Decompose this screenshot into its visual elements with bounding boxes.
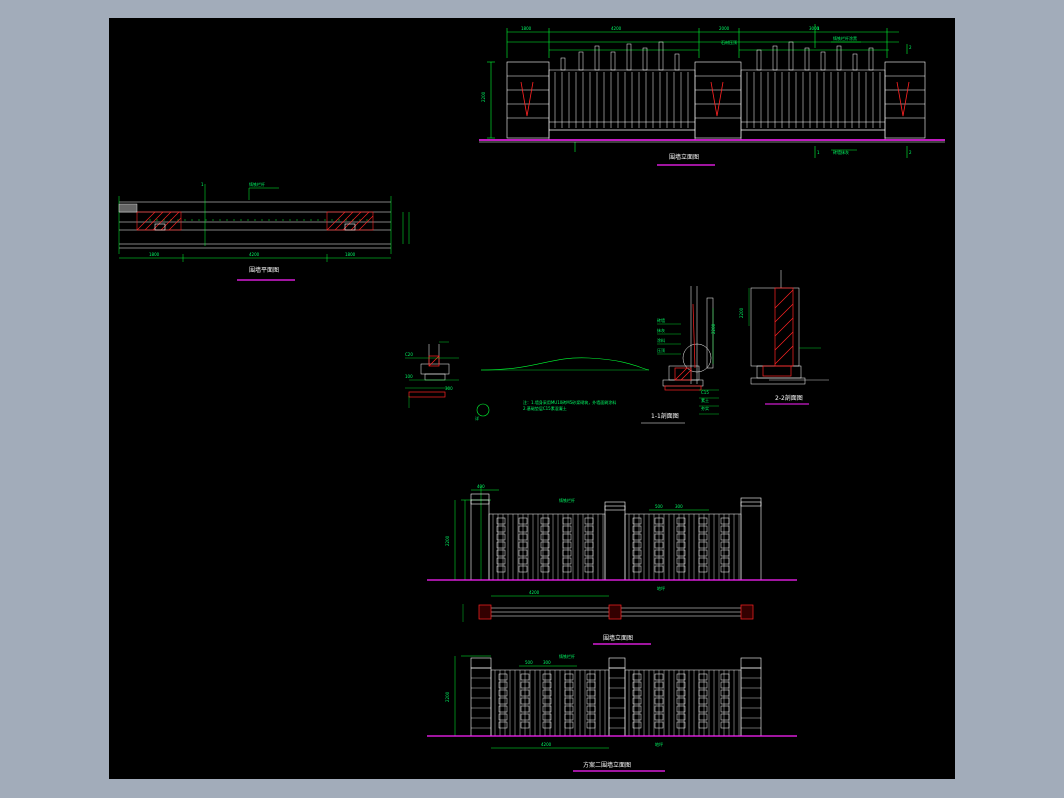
svg-text:2000: 2000 xyxy=(719,26,730,31)
svg-text:涂料: 涂料 xyxy=(657,337,665,343)
svg-text:1: 1 xyxy=(817,26,820,31)
svg-text:2: 2 xyxy=(909,45,912,50)
svg-text:400: 400 xyxy=(477,484,485,489)
top-elevation-pillars xyxy=(506,61,926,139)
svg-text:砖墙抹灰: 砖墙抹灰 xyxy=(833,149,849,155)
svg-text:1800: 1800 xyxy=(521,26,532,31)
svg-text:2.基础垫层C15素混凝土: 2.基础垫层C15素混凝土 xyxy=(523,405,567,411)
middle-elevation-title: 围墙立面图 xyxy=(603,634,633,642)
svg-text:4200: 4200 xyxy=(541,742,552,747)
svg-text:注：1.墙身采用MU10砖M5砂浆砌筑，外墙面刷涂料: 注：1.墙身采用MU10砖M5砂浆砌筑，外墙面刷涂料 xyxy=(523,399,616,405)
drawing-canvas[interactable]: 1800 4200 2000 3000 2200 2 2 1 1 铸铁栏杆涂黑 … xyxy=(109,18,955,779)
svg-text:300: 300 xyxy=(543,660,551,665)
svg-text:夯实: 夯实 xyxy=(701,405,709,411)
svg-text:4200: 4200 xyxy=(611,26,622,31)
svg-text:1: 1 xyxy=(201,182,204,187)
cad-drawing: 1800 4200 2000 3000 2200 2 2 1 1 铸铁栏杆涂黑 … xyxy=(118,24,945,772)
svg-text:500: 500 xyxy=(655,504,663,509)
svg-text:300: 300 xyxy=(445,386,453,391)
bottom-elevation: 2200 4200 500 300 铸铁栏杆 地坪 方案二围墙立面图 xyxy=(427,653,797,772)
svg-text:2200: 2200 xyxy=(711,323,716,334)
bottom-elevation-panels xyxy=(471,669,761,737)
svg-text:2200: 2200 xyxy=(739,307,744,318)
section-details: C20 100 300 详 注：1.墙身采用MU10砖M5砂浆砌筑，外墙面刷涂料… xyxy=(405,270,829,424)
svg-text:石材压顶: 石材压顶 xyxy=(721,39,737,45)
top-elevation-spikes xyxy=(560,41,874,71)
svg-text:铸铁栏杆: 铸铁栏杆 xyxy=(559,497,575,503)
svg-text:2: 2 xyxy=(909,150,912,155)
svg-text:压顶: 压顶 xyxy=(657,348,665,353)
svg-text:4200: 4200 xyxy=(249,252,260,257)
top-elevation: 1800 4200 2000 3000 2200 2 2 1 1 铸铁栏杆涂黑 … xyxy=(479,24,945,166)
top-elevation-base xyxy=(548,129,886,141)
bottom-elevation-title: 方案二围墙立面图 xyxy=(583,761,631,769)
plan-view: 铸铁栏杆 1 1800 4200 1800 围墙平面图 xyxy=(118,181,410,281)
svg-text:地坪: 地坪 xyxy=(655,741,663,747)
section-1-title: 1-1剖面图 xyxy=(651,412,679,420)
svg-text:C15: C15 xyxy=(701,390,709,395)
plan-column-hatch xyxy=(136,211,374,231)
svg-text:2200: 2200 xyxy=(481,91,486,102)
svg-text:地坪: 地坪 xyxy=(657,585,665,591)
svg-text:详: 详 xyxy=(475,415,479,421)
svg-text:1800: 1800 xyxy=(345,252,356,257)
top-elevation-bars xyxy=(554,72,881,128)
top-elevation-title: 围墙立面图 xyxy=(669,153,699,161)
svg-text:1800: 1800 xyxy=(149,252,160,257)
section-2-title: 2-2剖面图 xyxy=(775,394,803,402)
top-elevation-fence xyxy=(548,69,886,131)
top-elevation-pillar-hatch xyxy=(520,81,910,117)
svg-text:铸铁栏杆: 铸铁栏杆 xyxy=(559,653,575,659)
middle-elevation-panels xyxy=(488,513,742,581)
svg-text:500: 500 xyxy=(525,660,533,665)
svg-text:铸铁栏杆涂黑: 铸铁栏杆涂黑 xyxy=(833,35,857,41)
svg-text:抹灰: 抹灰 xyxy=(657,327,665,333)
svg-text:1: 1 xyxy=(817,150,820,155)
svg-text:300: 300 xyxy=(675,504,683,509)
svg-text:2200: 2200 xyxy=(445,691,450,702)
svg-text:铸铁栏杆: 铸铁栏杆 xyxy=(249,181,265,187)
svg-text:100: 100 xyxy=(405,374,413,379)
plan-title: 围墙平面图 xyxy=(249,266,279,274)
svg-text:4200: 4200 xyxy=(529,590,540,595)
middle-elevation: 400 2200 4200 500 300 铸铁栏杆 地坪 围墙立面图 xyxy=(427,484,797,645)
svg-text:砖墙: 砖墙 xyxy=(657,317,665,323)
svg-text:2200: 2200 xyxy=(445,535,450,546)
svg-text:C20: C20 xyxy=(405,352,413,357)
svg-text:素土: 素土 xyxy=(701,397,709,403)
